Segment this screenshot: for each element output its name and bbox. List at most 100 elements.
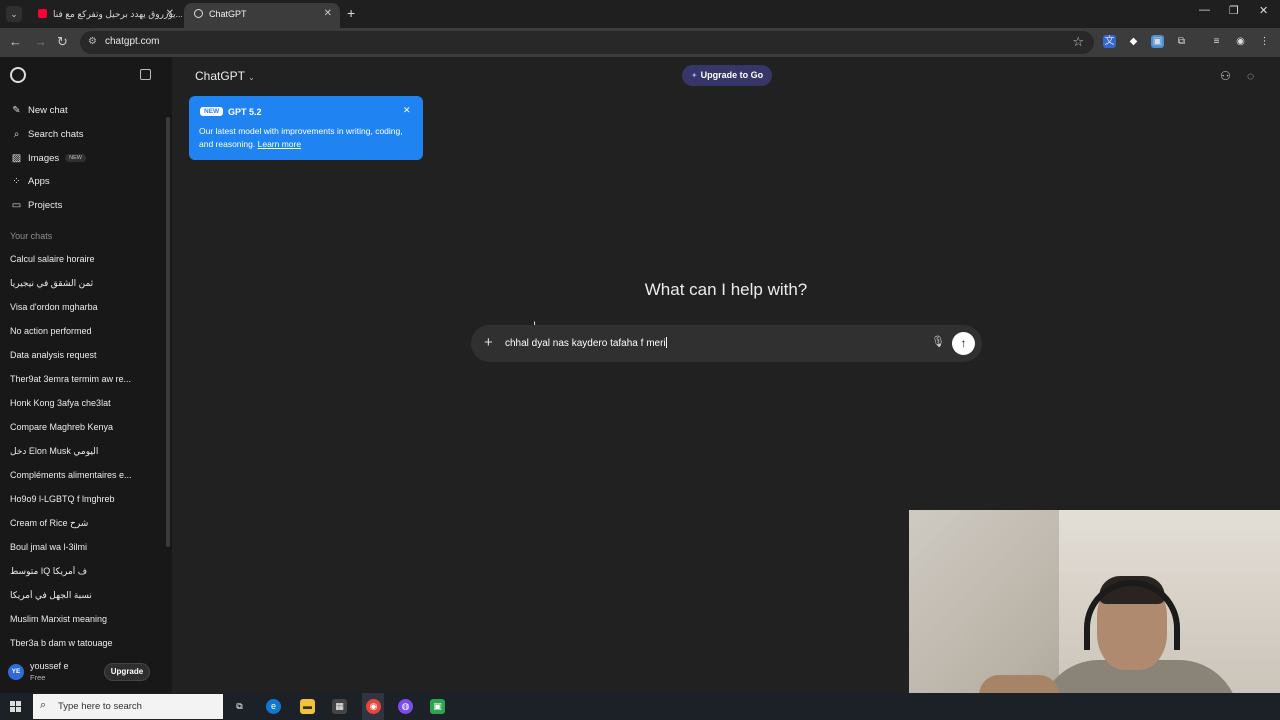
windows-taskbar: ⌕ Type here to search ⧉ e ▬ ▦ ◉ ◍ ▣ <box>0 693 1280 720</box>
microphone-icon[interactable]: 🎙 <box>931 335 945 348</box>
bookmark-star-icon[interactable]: ☆ <box>1072 34 1084 50</box>
chat-list-item[interactable]: Data analysis request <box>10 350 160 360</box>
reload-icon[interactable]: ↻ <box>57 34 68 50</box>
minimize-icon[interactable]: — <box>1199 4 1210 16</box>
extensions-puzzle-icon[interactable]: ⧉ <box>1175 35 1188 48</box>
media-control-icon[interactable]: ≡ <box>1210 35 1223 48</box>
sidebar-item-new-chat[interactable]: ✎ New chat <box>10 101 68 119</box>
store-icon[interactable]: ▦ <box>332 699 347 714</box>
chatgpt-favicon-icon <box>194 9 203 18</box>
collapse-sidebar-icon[interactable] <box>140 69 151 80</box>
chat-list-item[interactable]: Tber3a b dam w tatouage <box>10 638 160 648</box>
model-selector[interactable]: ChatGPT ⌄ <box>195 69 255 83</box>
browser-tab-youtube[interactable]: يوزروق يهدد برحيل وتفركع مع فنا... ✕ <box>28 3 182 28</box>
upgrade-button[interactable]: Upgrade <box>104 663 150 681</box>
chat-list-item[interactable]: Muslim Marxist meaning <box>10 614 160 624</box>
search-icon: ⌕ <box>13 128 20 140</box>
chrome-icon[interactable]: ◉ <box>366 699 381 714</box>
chat-list-item[interactable]: Cream of Rice شرح <box>10 518 160 529</box>
address-bar[interactable]: ⚙ chatgpt.com ☆ <box>80 31 1094 54</box>
browser-menu-icon[interactable]: ⋮ <box>1258 35 1271 48</box>
chat-list-item[interactable]: Calcul salaire horaire <box>10 254 160 264</box>
sparkle-icon: ✦ <box>690 71 698 80</box>
file-explorer-icon[interactable]: ▬ <box>300 699 315 714</box>
upgrade-to-go-button[interactable]: ✦ Upgrade to Go <box>682 65 772 86</box>
chat-list-item[interactable]: دخل Elon Musk اليومي <box>10 446 160 457</box>
youtube-icon <box>38 9 47 18</box>
sidebar-scrollbar[interactable] <box>166 117 170 547</box>
new-badge: NEW <box>200 107 224 116</box>
sidebar-item-label: New chat <box>28 104 68 116</box>
url-text: chatgpt.com <box>105 36 160 47</box>
sidebar-item-search-chats[interactable]: ⌕ Search chats <box>10 125 84 143</box>
extension-diamond-icon[interactable]: ◆ <box>1127 35 1140 48</box>
share-person-icon[interactable]: ⚇ <box>1220 69 1231 83</box>
prompt-composer[interactable]: + chhal dyal nas kaydero tafaha f meri 🎙… <box>471 325 982 362</box>
close-tab-icon[interactable]: ✕ <box>166 3 174 25</box>
app-icon[interactable]: ◍ <box>398 699 413 714</box>
chat-list-item[interactable]: No action performed <box>10 326 160 336</box>
search-icon: ⌕ <box>40 699 47 711</box>
temporary-chat-icon[interactable]: ◌ <box>1247 69 1254 83</box>
your-chats-heading: Your chats <box>10 231 53 241</box>
close-tab-icon[interactable]: ✕ <box>324 3 332 25</box>
taskbar-search-placeholder: Type here to search <box>58 701 142 712</box>
chat-list-item[interactable]: Ho9o9 l-LGBTQ f lmghreb <box>10 494 160 504</box>
send-button[interactable]: ↑ <box>952 332 975 355</box>
openai-logo-icon[interactable] <box>10 67 26 83</box>
new-tab-button[interactable]: + <box>347 5 355 21</box>
restore-icon[interactable]: ❐ <box>1229 4 1239 17</box>
add-attachment-icon[interactable]: + <box>484 334 493 351</box>
apps-icon: ⁘ <box>12 175 21 187</box>
close-icon[interactable]: ✕ <box>403 105 411 116</box>
prompt-input-value: chhal dyal nas kaydero tafaha f meri <box>505 338 666 349</box>
text-caret <box>665 337 667 348</box>
edit-icon: ✎ <box>12 104 21 116</box>
chat-list-item[interactable]: Visa d'ordon mgharba <box>10 302 160 312</box>
chevron-down-icon: ⌄ <box>248 73 255 82</box>
folder-icon: ▭ <box>11 199 22 211</box>
model-name: ChatGPT <box>195 69 245 83</box>
chat-list-item[interactable]: متوسط IQ ف أمريكا <box>10 566 160 577</box>
browser-tab-chatgpt[interactable]: ChatGPT ✕ <box>184 3 340 28</box>
chat-list-item[interactable]: ثمن الشقق في نيجيريا <box>10 278 160 289</box>
chat-list-item[interactable]: Boul jmal wa l-3ilmi <box>10 542 160 552</box>
edge-icon[interactable]: e <box>266 699 281 714</box>
sidebar-item-label: Projects <box>28 199 63 211</box>
extension-screen-icon[interactable]: ▣ <box>1151 35 1164 48</box>
upgrade-go-label: Upgrade to Go <box>700 70 764 80</box>
windows-start-icon[interactable] <box>10 701 21 712</box>
chat-list-item[interactable]: Ther9at 3emra termim aw re... <box>10 374 160 384</box>
taskbar-search-box[interactable]: ⌕ Type here to search <box>33 694 223 719</box>
chat-list-item[interactable]: نسبة الجهل في أمريكا <box>10 590 160 601</box>
tab-title: ChatGPT <box>209 9 247 19</box>
forward-icon[interactable]: → <box>34 34 47 49</box>
task-view-icon[interactable]: ⧉ <box>232 699 247 714</box>
user-plan: Free <box>30 673 46 682</box>
chat-list-item[interactable]: Honk Kong 3afya che3lat <box>10 398 160 408</box>
sidebar-item-projects[interactable]: ▭ Projects <box>10 196 63 214</box>
translate-extension-icon[interactable]: 文 <box>1103 35 1116 48</box>
webcam-overlay <box>909 510 1280 720</box>
tooltip-title: GPT 5.2 <box>228 107 262 117</box>
chat-list-item[interactable]: Compléments alimentaires e... <box>10 470 160 480</box>
sidebar-item-images[interactable]: ▨ Images NEW <box>10 149 86 167</box>
page-title: What can I help with? <box>644 280 808 299</box>
profile-icon[interactable]: ◉ <box>1234 35 1247 48</box>
sidebar-item-label: Images <box>28 152 60 164</box>
user-name: youssef e <box>30 661 69 671</box>
site-info-icon[interactable]: ⚙ <box>88 36 97 47</box>
browser-tab-bar: ⌄ يوزروق يهدد برحيل وتفركع مع فنا... ✕ C… <box>0 0 1280 28</box>
sidebar-item-label: Search chats <box>28 128 84 140</box>
learn-more-link[interactable]: Learn more <box>258 139 301 149</box>
new-badge: NEW <box>65 154 86 162</box>
chat-list-item[interactable]: Compare Maghreb Kenya <box>10 422 160 432</box>
sidebar-item-apps[interactable]: ⁘ Apps <box>10 172 50 190</box>
app-window-icon[interactable]: ▣ <box>430 699 445 714</box>
tab-search-button[interactable]: ⌄ <box>6 6 22 22</box>
sidebar-item-label: Apps <box>28 175 50 187</box>
prompt-input[interactable]: chhal dyal nas kaydero tafaha f meri <box>505 337 667 349</box>
sidebar: ✎ New chat ⌕ Search chats ▨ Images NEW ⁘ App… <box>0 57 172 693</box>
window-close-icon[interactable]: ✕ <box>1259 4 1268 17</box>
back-icon[interactable]: ← <box>9 34 22 49</box>
